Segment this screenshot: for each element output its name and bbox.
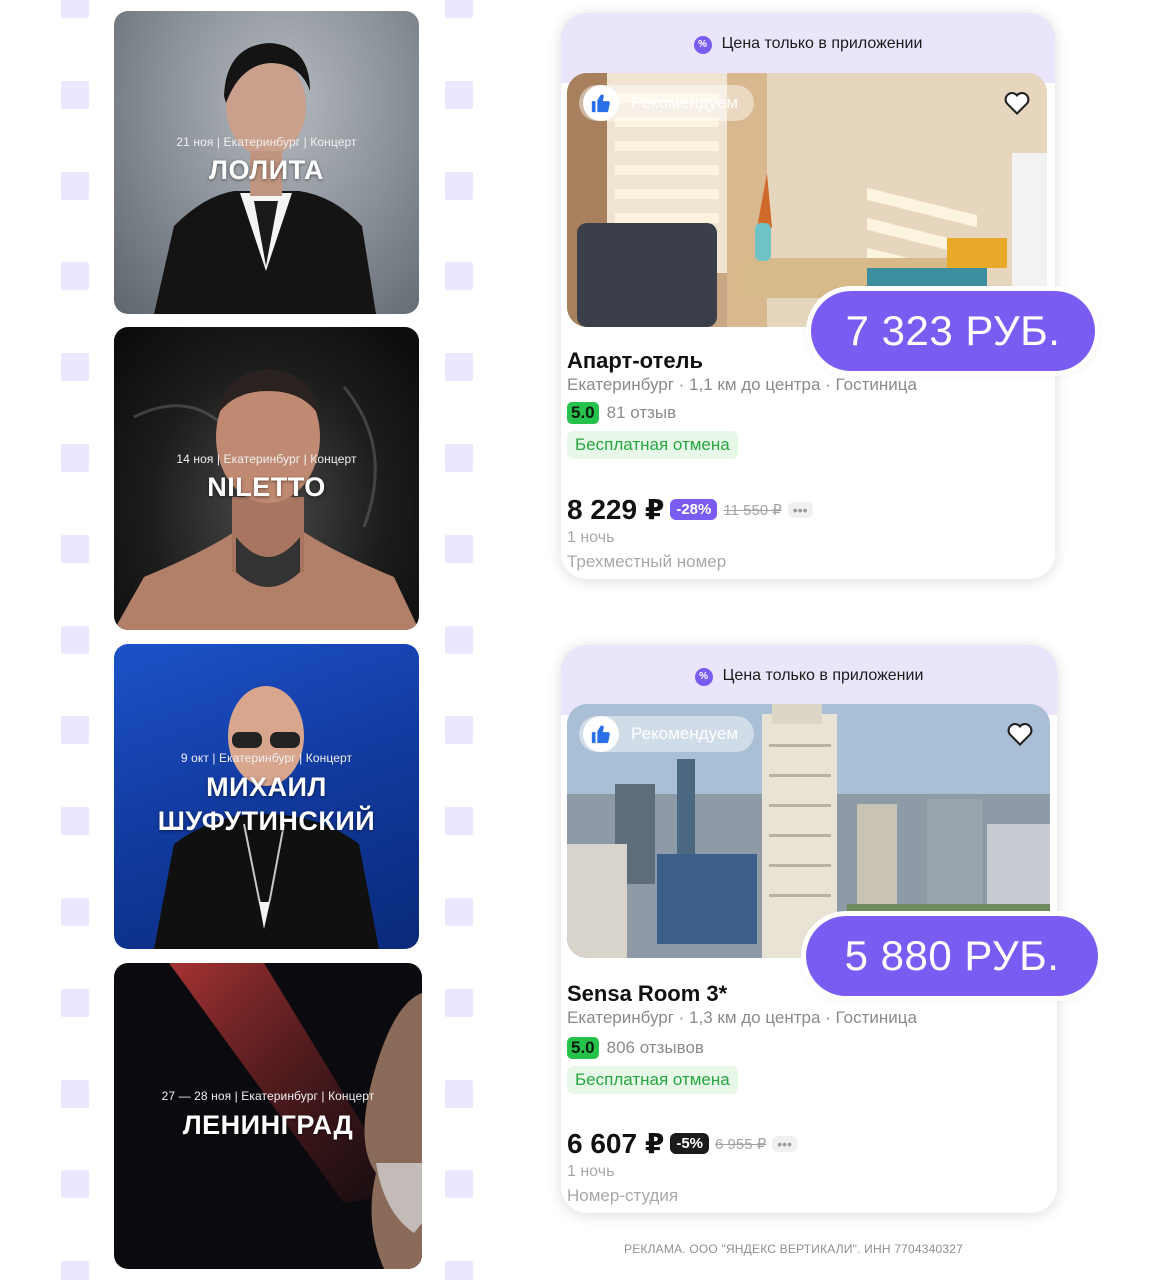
rating-badge: 5.0 xyxy=(567,1037,599,1059)
reviews-count[interactable]: 806 отзывов xyxy=(607,1038,704,1058)
film-hole xyxy=(61,353,89,381)
film-strip-left xyxy=(61,0,89,1280)
film-hole xyxy=(445,898,473,926)
current-price: 8 229 ₽ xyxy=(567,494,665,525)
film-hole xyxy=(61,1170,89,1198)
nights-count: 1 ночь xyxy=(567,1163,615,1180)
room-type: Номер-студия xyxy=(567,1186,679,1205)
banner-text: Цена только в приложении xyxy=(722,667,924,684)
rating-badge: 5.0 xyxy=(567,402,599,424)
more-icon[interactable]: ••• xyxy=(787,501,813,518)
film-hole xyxy=(445,1170,473,1198)
film-hole xyxy=(61,807,89,835)
price-row: 8 229 ₽ -28% 11 550 ₽ ••• xyxy=(567,493,813,526)
more-icon[interactable]: ••• xyxy=(772,1135,797,1152)
film-hole xyxy=(61,989,89,1017)
film-strip-right xyxy=(445,0,473,1280)
film-hole xyxy=(61,1080,89,1108)
thumbs-up-icon xyxy=(583,85,619,121)
film-hole xyxy=(61,262,89,290)
recommend-label: Рекомендуем xyxy=(631,724,739,743)
concert-card-lolita[interactable]: 21 ноя | Екатеринбург | Концерт ЛОЛИТА xyxy=(114,11,419,314)
free-cancellation-badge: Бесплатная отмена xyxy=(567,431,738,459)
old-price: 6 955 ₽ xyxy=(715,1135,767,1153)
price-row: 6 607 ₽ -5% 6 955 ₽ ••• xyxy=(567,1127,797,1160)
concert-title: NILETTO xyxy=(207,472,326,502)
film-hole xyxy=(61,444,89,472)
hotel-photo[interactable]: Рекомендуем xyxy=(567,73,1047,327)
reviews-count[interactable]: 81 отзыв xyxy=(607,403,677,423)
concert-card-shufutinsky[interactable]: 9 окт | Екатеринбург | Концерт МИХАИЛ ШУ… xyxy=(114,644,419,949)
hotel-location: Екатеринбург · 1,1 км до центра · Гостин… xyxy=(567,375,917,394)
heart-icon[interactable] xyxy=(1003,89,1031,117)
film-hole xyxy=(61,535,89,563)
hotel-card-apart[interactable]: % Цена только в приложении Рекомендуем 7… xyxy=(561,13,1095,579)
film-hole xyxy=(445,626,473,654)
promo-price-pill: 7 323 РУБ. xyxy=(811,291,1095,371)
current-price: 6 607 ₽ xyxy=(567,1128,665,1159)
film-hole xyxy=(445,0,473,18)
concert-meta: 9 окт | Екатеринбург | Концерт xyxy=(180,751,353,765)
film-hole xyxy=(61,626,89,654)
film-hole xyxy=(61,898,89,926)
film-hole xyxy=(445,989,473,1017)
concert-title-line2: ШУФУТИНСКИЙ xyxy=(157,806,376,836)
rating-row: 5.0 81 отзыв xyxy=(567,402,676,424)
ad-disclaimer: РЕКЛАМА. ООО "ЯНДЕКС ВЕРТИКАЛИ". ИНН 770… xyxy=(624,1242,964,1256)
banner-text: Цена только в приложении xyxy=(721,35,923,52)
concert-card-leningrad[interactable]: 27 — 28 ноя | Екатеринбург | Концерт ЛЕН… xyxy=(114,963,422,1269)
film-hole xyxy=(61,81,89,109)
percent-icon: % xyxy=(694,668,713,686)
film-hole xyxy=(445,807,473,835)
hotel-name[interactable]: Апарт-отель xyxy=(567,348,703,374)
concert-title-line1: МИХАИЛ xyxy=(206,772,327,802)
rating-row: 5.0 806 отзывов xyxy=(567,1037,704,1059)
film-hole xyxy=(445,172,473,200)
film-hole xyxy=(445,716,473,744)
film-hole xyxy=(445,1261,473,1280)
hotel-name[interactable]: Sensa Room 3* xyxy=(567,981,727,1007)
heart-icon[interactable] xyxy=(1006,720,1034,748)
concert-meta: 21 ноя | Екатеринбург | Концерт xyxy=(176,135,357,149)
discount-badge: -28% xyxy=(670,499,718,520)
thumbs-up-icon xyxy=(583,716,619,752)
film-hole xyxy=(445,444,473,472)
film-hole xyxy=(445,353,473,381)
room-type: Трехместный номер xyxy=(567,552,727,571)
free-cancellation-badge: Бесплатная отмена xyxy=(567,1066,738,1094)
promo-price-pill: 5 880 РУБ. xyxy=(806,916,1098,996)
old-price: 11 550 ₽ xyxy=(723,501,782,519)
film-hole xyxy=(61,0,89,18)
film-hole xyxy=(61,172,89,200)
nights-count: 1 ночь xyxy=(567,529,615,546)
discount-badge: -5% xyxy=(670,1133,710,1154)
film-hole xyxy=(445,535,473,563)
recommend-badge: Рекомендуем xyxy=(579,85,755,121)
percent-icon: % xyxy=(693,36,712,54)
concert-meta: 27 — 28 ноя | Екатеринбург | Концерт xyxy=(161,1089,375,1103)
hotel-location: Екатеринбург · 1,3 км до центра · Гостин… xyxy=(567,1008,917,1027)
concert-card-niletto[interactable]: 14 ноя | Екатеринбург | Концерт NILETTO xyxy=(114,327,419,630)
film-hole xyxy=(61,716,89,744)
concert-meta: 14 ноя | Екатеринбург | Концерт xyxy=(176,452,357,466)
film-hole xyxy=(61,1261,89,1280)
film-hole xyxy=(445,262,473,290)
film-hole xyxy=(445,81,473,109)
film-hole xyxy=(445,1080,473,1108)
concert-title: ЛОЛИТА xyxy=(209,155,324,185)
concert-title: ЛЕНИНГРАД xyxy=(182,1110,354,1140)
hotel-card-sensa[interactable]: % Цена только в приложении Рекомендуем 5… xyxy=(561,645,1098,1213)
recommend-badge: Рекомендуем xyxy=(579,716,755,752)
recommend-label: Рекомендуем xyxy=(631,93,739,112)
